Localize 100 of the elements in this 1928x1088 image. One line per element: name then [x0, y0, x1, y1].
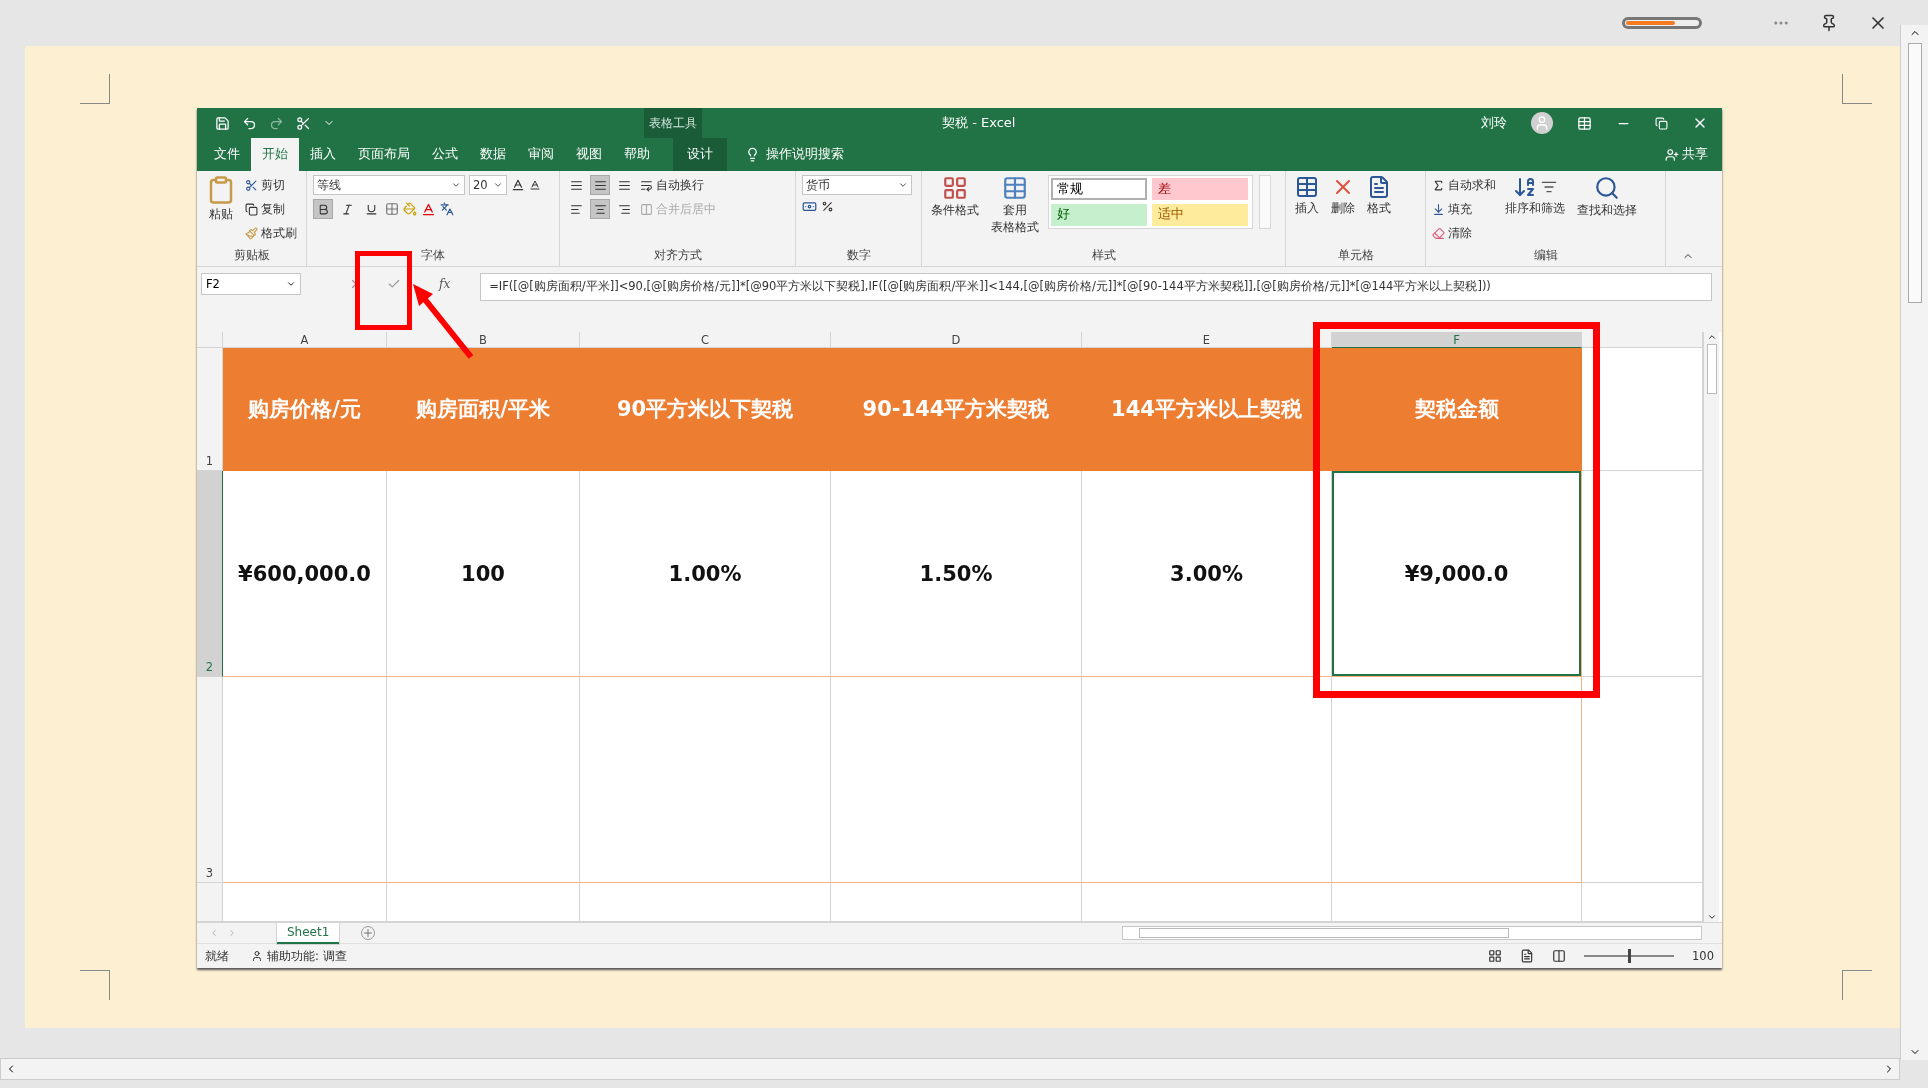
grow-font-icon[interactable]: [511, 178, 525, 192]
formula-field[interactable]: =IF([@[购房面积/平米]]<90,[@[购房价格/元]]*[@90平方米以下契税],IF([@[购房面积/平米]]<144,[@[购房价格/元]]*[@[90-144平方米契税]],[@[购房价格/元]]*[@144平方米以上契税])): [480, 273, 1712, 301]
font-size-field[interactable]: 20: [469, 175, 507, 195]
redo-icon[interactable]: [269, 115, 284, 131]
row-header[interactable]: 2: [197, 471, 223, 677]
fill-color-icon[interactable]: [403, 202, 417, 216]
format-painter-button[interactable]: 格式刷: [245, 223, 297, 243]
column-header[interactable]: [1582, 332, 1703, 348]
ribbon-tab[interactable]: 插入: [299, 138, 347, 171]
cut-button[interactable]: 剪切: [245, 175, 297, 195]
column-header[interactable]: A: [223, 332, 387, 348]
sheet-tab[interactable]: Sheet1: [277, 922, 340, 944]
filter-icon: [1541, 179, 1557, 195]
save-icon[interactable]: [215, 115, 230, 131]
cell-style-item[interactable]: 适中: [1152, 203, 1248, 226]
accounting-icon[interactable]: [802, 199, 817, 214]
ribbon-tab[interactable]: 数据: [469, 138, 517, 171]
borders-icon[interactable]: [385, 202, 399, 216]
row-header[interactable]: 3: [197, 677, 223, 883]
sort-filter-button[interactable]: 排序和筛选: [1502, 175, 1568, 248]
zoom-level[interactable]: 100: [1692, 949, 1714, 963]
wrap-text-icon: [640, 178, 653, 192]
table-cell[interactable]: 3.00%: [1082, 471, 1332, 677]
bold-button[interactable]: [313, 199, 333, 219]
align-icon: [569, 178, 583, 192]
conditional-format-button[interactable]: 条件格式: [928, 175, 982, 248]
normal-view-icon[interactable]: [1488, 949, 1503, 963]
autosum-button[interactable]: 自动求和: [1432, 175, 1496, 195]
search-icon: [1594, 175, 1620, 201]
restore-icon[interactable]: [1655, 116, 1668, 130]
pin-icon[interactable]: [1820, 14, 1838, 32]
table-icon: [1295, 175, 1319, 199]
percent-icon[interactable]: [821, 200, 834, 213]
column-header[interactable]: C: [580, 332, 831, 348]
page-break-icon[interactable]: [1552, 949, 1567, 963]
scissors-icon[interactable]: [296, 115, 311, 131]
column-header[interactable]: B: [387, 332, 580, 348]
scroll-thumb[interactable]: [1706, 344, 1717, 394]
vertical-scrollbar[interactable]: [1900, 25, 1928, 1060]
shrink-font-icon[interactable]: [529, 179, 541, 191]
scroll-thumb[interactable]: [1907, 43, 1922, 303]
font-name-field[interactable]: 等线: [313, 175, 465, 195]
phonetic-icon[interactable]: [440, 202, 454, 216]
delete-button[interactable]: 删除: [1328, 175, 1358, 248]
ribbon-tab[interactable]: 视图: [565, 138, 613, 171]
table-format-button[interactable]: 套用 表格格式: [988, 175, 1042, 248]
person-plus-icon: [1665, 147, 1679, 162]
ribbon-tab[interactable]: 文件: [203, 138, 251, 171]
ribbon-tab[interactable]: 设计: [673, 138, 727, 171]
table-cell[interactable]: ¥600,000.0: [223, 471, 387, 677]
column-header[interactable]: E: [1082, 332, 1332, 348]
cell-style-item[interactable]: 常规: [1051, 178, 1147, 200]
fill-button[interactable]: 填充: [1432, 199, 1496, 219]
table-cell[interactable]: 1.00%: [580, 471, 831, 677]
cell-style-item[interactable]: 好: [1051, 203, 1147, 226]
clear-button[interactable]: 清除: [1432, 223, 1496, 243]
row-header[interactable]: 1: [197, 348, 223, 471]
find-select-button[interactable]: 查找和选择: [1574, 175, 1640, 248]
ribbon-display-icon[interactable]: [1577, 115, 1592, 131]
column-header[interactable]: D: [831, 332, 1082, 348]
accessibility-icon: [251, 950, 263, 962]
horizontal-scrollbar[interactable]: [1122, 926, 1702, 940]
paste-button[interactable]: 粘贴: [203, 175, 239, 248]
merge-icon: [640, 202, 653, 216]
undo-icon[interactable]: [242, 115, 257, 131]
zoom-thumb[interactable]: [1627, 949, 1631, 963]
tell-me-search[interactable]: 操作说明搜索: [766, 146, 844, 163]
table-cell[interactable]: ¥9,000.0: [1332, 471, 1582, 677]
vertical-align-button[interactable]: [590, 175, 610, 195]
font-color-icon[interactable]: [421, 201, 436, 217]
share-button[interactable]: 共享: [1665, 138, 1708, 171]
ribbon-tab[interactable]: 审阅: [517, 138, 565, 171]
cell-style-item[interactable]: 差: [1152, 178, 1248, 200]
scroll-down-icon: [1706, 912, 1717, 922]
enter-icon[interactable]: [387, 277, 401, 291]
wrap-text-button[interactable]: 自动换行: [640, 175, 716, 195]
format-button[interactable]: 格式: [1364, 175, 1394, 248]
page-layout-icon[interactable]: [1520, 949, 1535, 963]
ribbon-tab[interactable]: 帮助: [613, 138, 661, 171]
insert-function-button[interactable]: fx: [439, 277, 451, 291]
ribbon-tab[interactable]: 开始: [251, 138, 299, 171]
insert-button[interactable]: 插入: [1292, 175, 1322, 248]
ribbon-tab[interactable]: 页面布局: [347, 138, 421, 171]
accessibility-status[interactable]: 辅助功能: 调查: [267, 948, 347, 964]
name-box[interactable]: F2: [201, 273, 301, 295]
horizontal-scrollbar[interactable]: [0, 1058, 1900, 1080]
horizontal-align-button[interactable]: [590, 199, 610, 219]
align-icon: [569, 202, 583, 216]
ribbon-tab[interactable]: 公式: [421, 138, 469, 171]
column-header[interactable]: F: [1332, 332, 1582, 348]
scroll-thumb[interactable]: [1139, 928, 1509, 938]
dropdown-icon: [286, 279, 296, 289]
vertical-scrollbar[interactable]: [1703, 332, 1719, 922]
avatar[interactable]: [1531, 112, 1553, 134]
table-icon: [1002, 175, 1028, 201]
number-format-field[interactable]: 货币: [802, 175, 912, 195]
copy-button[interactable]: 复制: [245, 199, 297, 219]
table-cell[interactable]: 1.50%: [831, 471, 1082, 677]
table-cell[interactable]: 100: [387, 471, 580, 677]
gallery-scrollbar[interactable]: [1259, 175, 1271, 229]
